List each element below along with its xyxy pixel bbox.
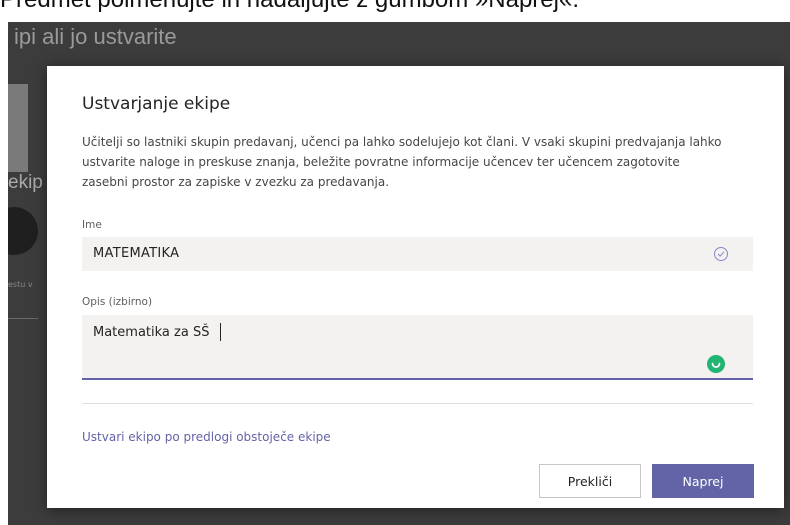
name-field-label: Ime <box>82 219 102 231</box>
dialog-description: Učitelji so lastniki skupin predavanj, u… <box>82 135 722 189</box>
background-heading: ipi ali jo ustvarite <box>14 24 177 49</box>
dialog-divider <box>82 403 753 404</box>
background-toggle <box>8 207 38 255</box>
dialog-title: Ustvarjanje ekipe <box>82 94 231 114</box>
create-team-dialog: Ustvarjanje ekipe Učitelji so lastniki s… <box>47 66 784 508</box>
check-circle-icon <box>714 247 728 261</box>
name-field-value: MATEMATIKA <box>93 246 180 261</box>
description-field[interactable]: Matematika za SŠ <box>82 315 753 380</box>
background-tile <box>8 84 28 172</box>
background-divider <box>8 318 38 319</box>
document-caption-text: Predmet poimenujte in nadaljujte z gumbo… <box>0 0 579 14</box>
text-caret <box>220 323 221 341</box>
create-from-template-link[interactable]: Ustvari ekipo po predlogi obstoječe ekip… <box>82 430 331 444</box>
description-field-label: Opis (izbirno) <box>82 296 153 308</box>
grammarly-icon[interactable] <box>707 355 725 373</box>
next-button[interactable]: Naprej <box>652 464 754 498</box>
document-caption: Predmet poimenujte in nadaljujte z gumbo… <box>0 0 790 22</box>
name-field[interactable]: MATEMATIKA <box>82 237 753 271</box>
background-tiny-text: estu v <box>8 280 33 289</box>
cancel-button[interactable]: Prekliči <box>539 464 641 498</box>
description-field-value: Matematika za SŠ <box>93 325 210 340</box>
teams-screenshot: ipi ali jo ustvarite ekip estu v Ustvarj… <box>8 22 790 525</box>
background-side-label: ekip <box>8 172 43 193</box>
